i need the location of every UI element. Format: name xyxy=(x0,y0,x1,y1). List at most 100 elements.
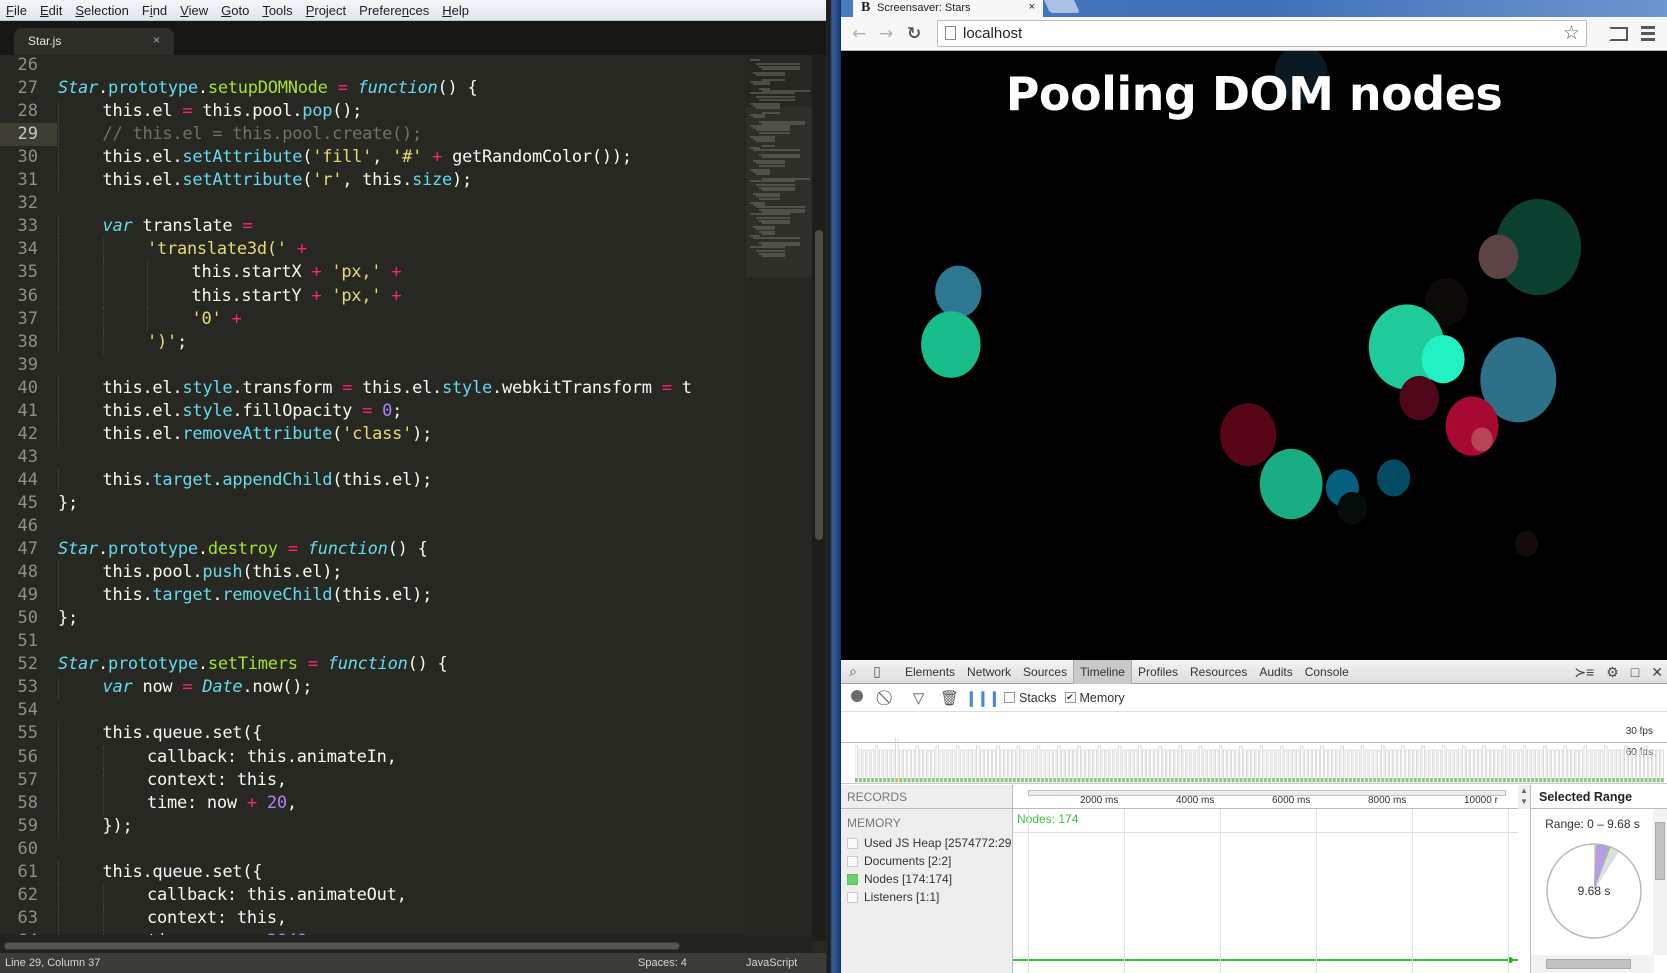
clear-button[interactable]: ⃠ xyxy=(872,689,903,706)
frame-bar xyxy=(1543,745,1547,783)
reload-icon[interactable]: ↻ xyxy=(907,24,921,44)
dock-side-icon[interactable]: □ xyxy=(1631,664,1639,680)
inspect-search-icon[interactable]: ⌕ xyxy=(841,663,865,680)
close-devtools-icon[interactable]: ✕ xyxy=(1651,664,1663,681)
frame-bar xyxy=(874,745,879,783)
checkbox-box[interactable] xyxy=(1004,692,1015,703)
counter-label: Listeners [1:1] xyxy=(864,890,940,904)
counter-swatch[interactable] xyxy=(847,855,858,867)
browser-tab[interactable]: B Screensaver: Stars × xyxy=(853,0,1043,17)
garbage-collect-trash-icon[interactable]: 🗑 xyxy=(934,689,965,707)
menu-tools[interactable]: Tools xyxy=(256,3,299,18)
hamburger-menu-icon[interactable] xyxy=(1641,26,1655,44)
devtools-tab-audits[interactable]: Audits xyxy=(1253,660,1298,684)
memory-counter[interactable]: Documents [2:2] xyxy=(841,852,1012,870)
frame-bar-fill xyxy=(1498,778,1502,782)
indentation-setting[interactable]: Spaces: 4 xyxy=(638,957,687,969)
checkbox-stacks[interactable]: Stacks xyxy=(1004,691,1057,705)
code-editor[interactable]: 26 27 28 29 30 31 32 33 34 35 36 37 38 39 40 41 42 43 44 45… xyxy=(0,55,812,941)
close-tab-icon[interactable]: × xyxy=(153,33,160,47)
memory-counter[interactable]: Used JS Heap [2574772:2918 xyxy=(841,834,1012,852)
star-circle xyxy=(1471,427,1493,452)
counter-swatch[interactable] xyxy=(847,891,858,903)
frame-bar xyxy=(1360,745,1365,783)
devtools-tab-network[interactable]: Network xyxy=(961,660,1017,684)
frame-bar-fill xyxy=(1604,778,1607,782)
memory-counter[interactable]: Listeners [1:1] xyxy=(841,888,1012,906)
frame-bar xyxy=(1628,749,1632,783)
line-number: 40 xyxy=(17,377,38,398)
editor-horizontal-scrollbar[interactable] xyxy=(0,935,812,953)
scrollbar-thumb[interactable] xyxy=(815,230,823,540)
checkbox-box[interactable]: ✔ xyxy=(1064,692,1076,703)
cast-icon[interactable] xyxy=(1609,27,1628,41)
memory-counter[interactable]: Nodes [174:174] xyxy=(841,870,1012,888)
scrollbar-thumb[interactable] xyxy=(1655,822,1665,880)
frame-bar xyxy=(1008,749,1012,783)
indent-guide xyxy=(58,123,59,147)
timeline-overview[interactable]: 30 fps 60 fps xyxy=(841,712,1667,785)
status-bar: Line 29, Column 37 Spaces: 4 JavaScript xyxy=(0,953,828,973)
range-horizontal-scrollbar[interactable] xyxy=(1531,955,1654,973)
frame-bar xyxy=(1583,745,1587,783)
new-tab-button[interactable] xyxy=(1043,0,1081,13)
syntax-mode[interactable]: JavaScript xyxy=(746,957,797,969)
devtools-tab-sources[interactable]: Sources xyxy=(1017,660,1073,684)
frame-bar-fill xyxy=(1264,778,1267,782)
frame-bar-fill xyxy=(952,778,955,782)
record-button[interactable] xyxy=(841,689,872,706)
devtools-tab-elements[interactable]: Elements xyxy=(899,660,961,684)
frame-bar xyxy=(1409,749,1413,783)
back-arrow-icon[interactable]: ← xyxy=(852,24,866,44)
frame-bar xyxy=(968,749,972,783)
records-scroll-buttons[interactable]: ▲ ▼ xyxy=(1518,785,1530,809)
frame-bar xyxy=(1093,749,1097,783)
frames-view-bars-icon[interactable]: ❙❙❙ xyxy=(965,689,1001,707)
frame-bar xyxy=(1535,749,1539,783)
url-text[interactable]: localhost xyxy=(963,25,1022,42)
scrollbar-thumb[interactable] xyxy=(1546,959,1631,969)
minimap[interactable] xyxy=(746,55,812,941)
menu-selection[interactable]: Selection xyxy=(69,3,135,18)
menu-preferences[interactable]: Preferences xyxy=(353,3,436,18)
counter-swatch[interactable] xyxy=(847,873,858,885)
minimap-line xyxy=(762,155,800,158)
menu-edit[interactable]: Edit xyxy=(34,3,69,18)
frame-bar-fill xyxy=(1462,778,1466,782)
menu-goto[interactable]: Goto xyxy=(215,3,256,18)
checkbox-memory[interactable]: ✔ Memory xyxy=(1064,691,1125,705)
device-mode-icon[interactable]: ▯ xyxy=(865,663,889,680)
editor-vertical-scrollbar[interactable] xyxy=(812,55,826,941)
menu-find[interactable]: Find xyxy=(136,3,174,18)
menu-help[interactable]: Help xyxy=(436,3,476,18)
devtools-tab-console[interactable]: Console xyxy=(1299,660,1355,684)
close-tab-icon[interactable]: × xyxy=(1029,1,1035,13)
frame-bar xyxy=(1271,749,1276,783)
console-drawer-icon[interactable]: ≻≡ xyxy=(1574,664,1594,681)
frame-bar-fill xyxy=(1328,778,1332,782)
frame-bar xyxy=(1178,745,1182,783)
devtools-tab-timeline[interactable]: Timeline xyxy=(1073,659,1132,684)
frame-bar-fill xyxy=(1162,778,1166,782)
editor-tab-star-js[interactable]: Star.js × xyxy=(14,28,174,55)
frame-bar xyxy=(1462,745,1466,783)
minimap-line xyxy=(750,213,790,215)
devtools-tab-resources[interactable]: Resources xyxy=(1184,660,1253,684)
counter-swatch[interactable] xyxy=(847,837,858,849)
menu-view[interactable]: View xyxy=(174,3,215,18)
nodes-trace-line xyxy=(1013,959,1518,961)
menu-project[interactable]: Project xyxy=(300,3,353,18)
bookmark-star-icon[interactable]: ☆ xyxy=(1563,22,1580,45)
range-vertical-scrollbar[interactable] xyxy=(1653,809,1667,955)
settings-gear-icon[interactable]: ⚙ xyxy=(1606,664,1619,681)
scrollbar-thumb[interactable] xyxy=(4,942,680,950)
code-line: Star.prototype.destroy = function() { xyxy=(58,539,428,560)
filter-icon[interactable]: ▽ xyxy=(903,689,934,707)
code-line: // this.el = this.pool.create(); xyxy=(102,124,423,145)
memory-graph[interactable]: Nodes: 174 2000 ms 4000 ms 6000 ms 8000 ms 1… xyxy=(1013,785,1518,973)
address-bar[interactable]: localhost ☆ xyxy=(937,20,1587,47)
forward-arrow-icon[interactable]: → xyxy=(879,24,893,44)
menu-file[interactable]: File xyxy=(0,3,34,18)
frame-bar xyxy=(943,749,948,783)
devtools-tab-profiles[interactable]: Profiles xyxy=(1132,660,1184,684)
